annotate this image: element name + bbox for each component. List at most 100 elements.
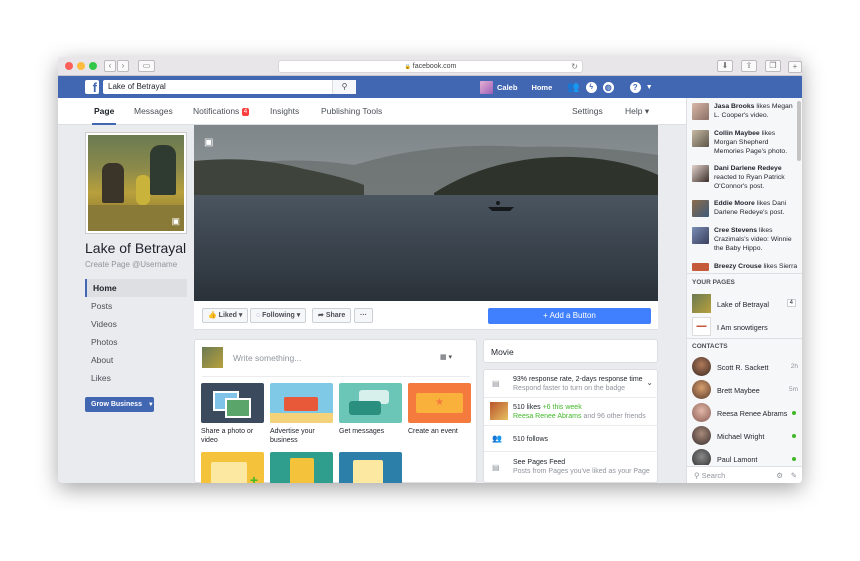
- tab-publishing-tools[interactable]: Publishing Tools: [321, 98, 382, 125]
- advertise-business-card[interactable]: Advertise your business: [270, 383, 333, 445]
- ticker-item[interactable]: Dani Darlene Redeye reacted to Ryan Patr…: [692, 164, 800, 191]
- gear-icon[interactable]: ⚙: [776, 467, 783, 483]
- back-button[interactable]: ‹: [104, 60, 116, 72]
- tab-insights[interactable]: Insights: [270, 98, 299, 125]
- likes-week-delta: +6 this week: [542, 404, 582, 411]
- pages-feed-link[interactable]: See Pages Feed: [513, 458, 650, 467]
- tabs-icon[interactable]: ❐: [765, 60, 781, 72]
- forward-button[interactable]: ›: [117, 60, 129, 72]
- ticker-item[interactable]: Cree Stevens likes Crazimals's video: Wi…: [692, 226, 800, 253]
- left-nav-videos[interactable]: Videos: [85, 315, 187, 333]
- get-messages-label: Get messages: [339, 428, 385, 435]
- ticker-item[interactable]: Breezy Crouse likes Sierra: [692, 262, 800, 272]
- contact-item[interactable]: Scott R. Sackett 2h: [692, 357, 798, 377]
- user-name-link[interactable]: Caleb: [497, 83, 517, 92]
- left-nav-about[interactable]: About: [85, 351, 187, 369]
- left-nav-home[interactable]: Home: [85, 279, 187, 297]
- contact-item[interactable]: Paul Lamont: [692, 449, 798, 465]
- search-icon: ⚲: [694, 471, 700, 480]
- left-nav-likes[interactable]: Likes: [85, 369, 187, 387]
- cover-camera-icon[interactable]: ▣: [204, 137, 213, 148]
- more-options-button[interactable]: ···: [354, 308, 373, 323]
- user-avatar[interactable]: [480, 80, 493, 94]
- ticker-item[interactable]: Eddie Moore likes Dani Darlene Redeye's …: [692, 199, 800, 217]
- liked-button[interactable]: 👍 Liked ▾: [202, 308, 249, 323]
- friend-requests-icon[interactable]: 👥: [567, 82, 579, 93]
- note-icon: [270, 452, 333, 483]
- create-username-link[interactable]: Create Page @Username: [85, 260, 177, 269]
- share-icon[interactable]: ⇪: [741, 60, 757, 72]
- chat-search-input[interactable]: ⚲ Search ⚙ ✎: [687, 466, 802, 483]
- left-nav-photos[interactable]: Photos: [85, 333, 187, 351]
- online-status-icon: [792, 434, 796, 438]
- create-event-card[interactable]: ★ Create an event: [408, 383, 471, 436]
- tab-page[interactable]: Page: [92, 98, 117, 125]
- tab-notifications[interactable]: Notifications 4: [193, 98, 250, 125]
- download-icon[interactable]: ⬇: [717, 60, 733, 72]
- browser-toolbar: ‹ › ▭ 🔒 facebook.com ↻ ⬇ ⇪ ❐ +: [58, 57, 802, 76]
- write-note-card[interactable]: [339, 452, 402, 483]
- grow-business-button[interactable]: Grow Business ▼: [85, 397, 154, 412]
- search-input[interactable]: Lake of Betrayal ⚲: [103, 80, 356, 94]
- tab-messages[interactable]: Messages: [134, 98, 173, 125]
- page-tabs: Page Messages Notifications 4 Insights P…: [58, 98, 686, 125]
- camera-icon[interactable]: ▣: [171, 216, 180, 227]
- avatar: [692, 103, 709, 120]
- offer-card[interactable]: +: [201, 452, 264, 483]
- following-button-label: Following: [262, 312, 295, 319]
- pages-feed-subtext: Posts from Pages you've liked as your Pa…: [513, 468, 650, 475]
- pages-feed-row[interactable]: ▤ See Pages Feed Posts from Pages you've…: [484, 452, 659, 483]
- account-menu-chevron-icon[interactable]: ▼: [646, 84, 653, 91]
- quick-help-icon[interactable]: ?: [629, 81, 641, 93]
- get-messages-card[interactable]: Get messages: [339, 383, 402, 436]
- reload-icon[interactable]: ↻: [571, 61, 578, 73]
- write-something-input[interactable]: Write something...: [233, 353, 301, 363]
- close-window-button[interactable]: [65, 62, 73, 70]
- your-page-name: Lake of Betrayal: [717, 300, 769, 309]
- add-a-button[interactable]: + Add a Button: [488, 308, 651, 324]
- photo-video-icon: [201, 383, 264, 423]
- contact-item[interactable]: Brett Maybee 5m: [692, 380, 798, 400]
- share-photo-video-card[interactable]: Share a photo or video: [201, 383, 264, 445]
- avatar: [692, 426, 711, 445]
- profile-picture[interactable]: ▣: [85, 132, 187, 234]
- share-button[interactable]: ➦ Share: [312, 308, 352, 323]
- advertise-business-label: Advertise your business: [270, 428, 315, 444]
- tab-settings[interactable]: Settings: [572, 98, 603, 125]
- chevron-down-icon[interactable]: ⌄: [646, 378, 653, 387]
- follows-row[interactable]: 👥 510 follows: [484, 426, 659, 452]
- messenger-icon[interactable]: ϟ: [585, 81, 597, 93]
- ticker-name: Dani Darlene Redeye: [714, 165, 782, 172]
- contact-item[interactable]: Reesa Renee Abrams: [692, 403, 798, 423]
- likes-row[interactable]: 510 likes +6 this week Reesa Renee Abram…: [484, 398, 659, 426]
- left-nav-posts[interactable]: Posts: [85, 297, 187, 315]
- note-card[interactable]: [270, 452, 333, 483]
- minimize-window-button[interactable]: [77, 62, 85, 70]
- friend-name-link[interactable]: Reesa Renee Abrams: [513, 413, 581, 420]
- post-as-selector[interactable]: ▦ ▾: [440, 353, 452, 361]
- header-right: Caleb Home 👥 ϟ ◍ ? ▼: [480, 80, 653, 94]
- zoom-window-button[interactable]: [89, 62, 97, 70]
- your-page-item[interactable]: Lake of Betrayal 4: [692, 294, 798, 314]
- compose-icon[interactable]: ✎: [791, 467, 797, 483]
- your-page-item[interactable]: ▬▬ I Am snowtigers: [692, 317, 798, 337]
- following-button[interactable]: ◌ Following ▾: [250, 308, 307, 323]
- search-icon[interactable]: ⚲: [332, 80, 356, 94]
- address-bar[interactable]: 🔒 facebook.com ↻: [278, 60, 583, 73]
- tab-help[interactable]: Help ▾: [625, 98, 649, 125]
- grow-business-label: Grow Business: [91, 401, 142, 408]
- facebook-header: f Lake of Betrayal ⚲ Caleb Home 👥 ϟ ◍ ? …: [58, 76, 802, 98]
- sidebar-toggle-icon[interactable]: ▭: [138, 60, 155, 72]
- avatar: [692, 200, 709, 217]
- facebook-logo-icon[interactable]: f: [85, 80, 99, 95]
- contact-item[interactable]: Michael Wright: [692, 426, 798, 446]
- ticker-item[interactable]: Jasa Brooks likes Megan L. Cooper's vide…: [692, 102, 800, 120]
- your-page-name: I Am snowtigers: [717, 323, 768, 332]
- new-tab-button[interactable]: +: [788, 61, 802, 73]
- ticker-item[interactable]: Collin Maybee likes Morgan Shepherd Memo…: [692, 129, 800, 156]
- response-rate-row[interactable]: ▤ 93% response rate, 2-days response tim…: [484, 370, 659, 398]
- cover-photo[interactable]: ▣: [194, 125, 658, 301]
- response-rate-subtext: Respond faster to turn on the badge: [513, 385, 626, 392]
- notifications-globe-icon[interactable]: ◍: [602, 81, 614, 93]
- home-link[interactable]: Home: [531, 83, 552, 92]
